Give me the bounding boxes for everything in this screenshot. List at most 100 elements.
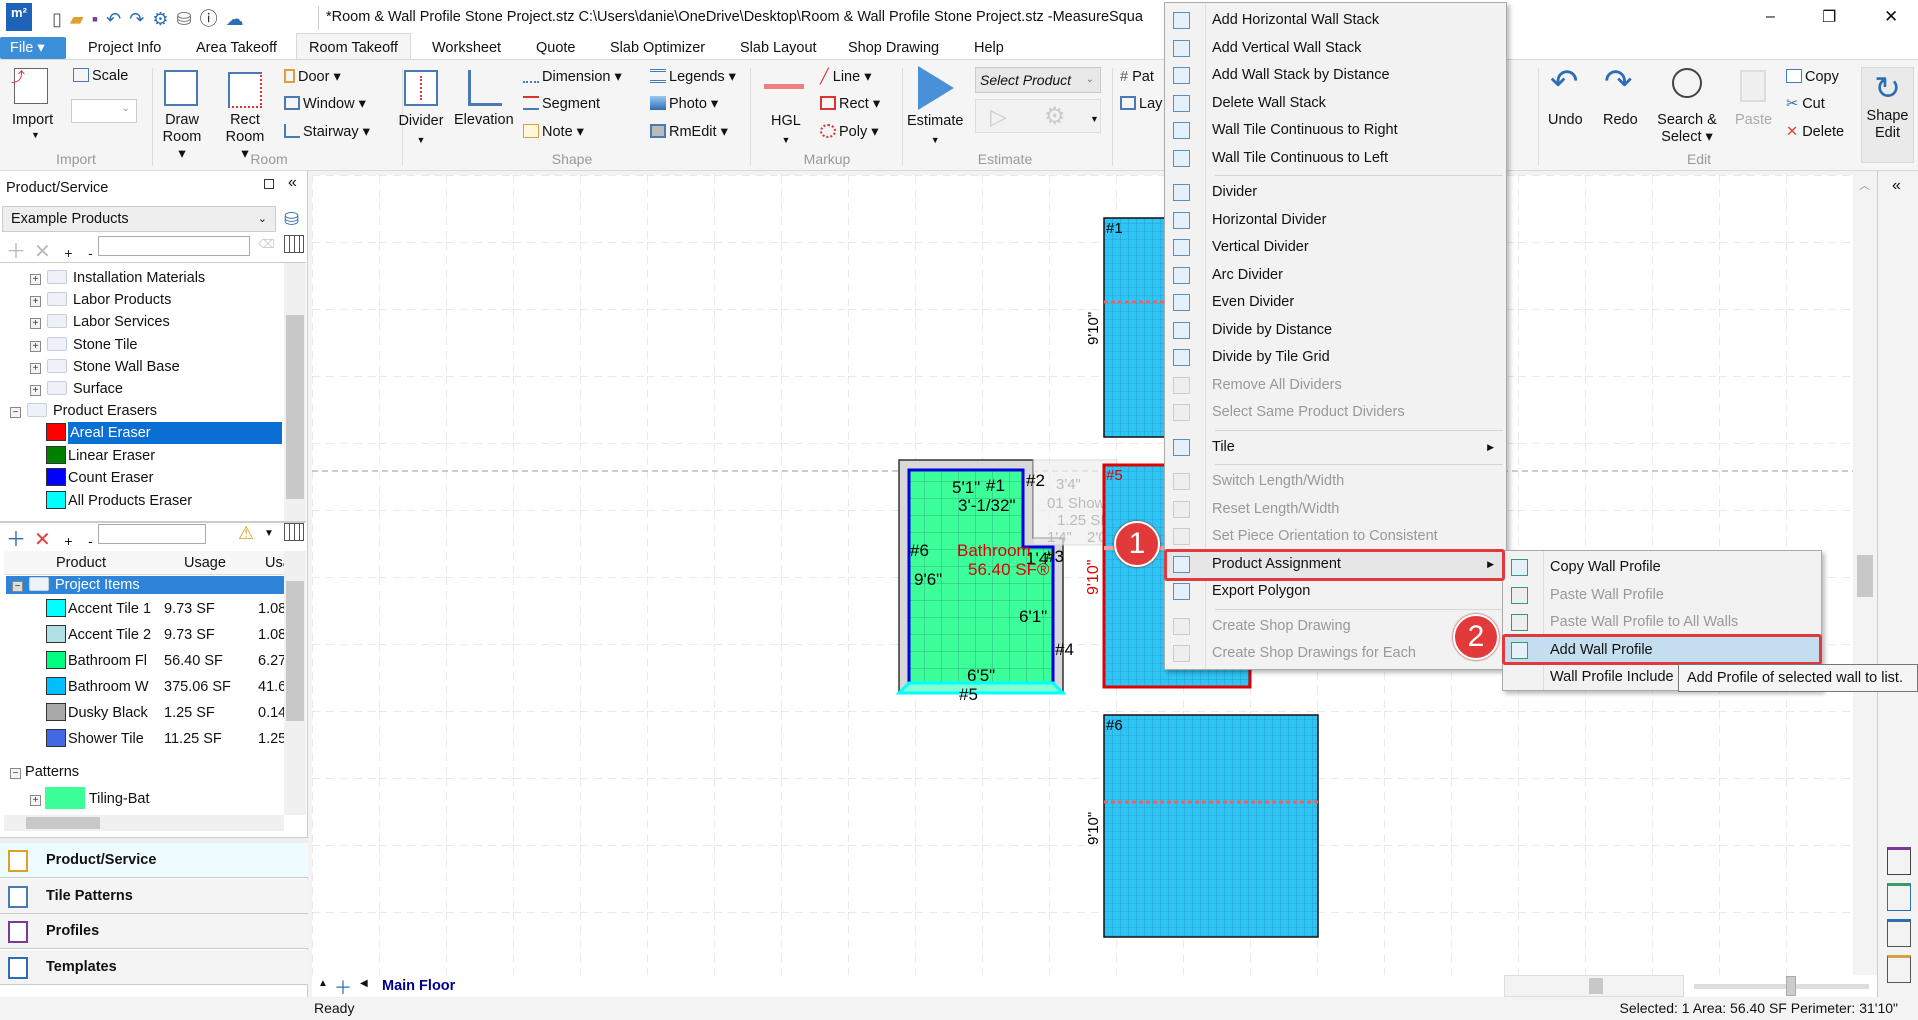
estimate-options-arrow[interactable]: ▼: [1090, 114, 1099, 124]
tab-project-info[interactable]: Project Info: [84, 37, 165, 59]
estimate-button[interactable]: Estimate ▼: [907, 112, 963, 149]
tree-item-stone-tile[interactable]: + Stone Tile: [30, 334, 138, 356]
grid-group-row[interactable]: − Project Items: [6, 576, 284, 594]
menu-item-add-horizontal-wall-stack[interactable]: Add Horizontal Wall Stack: [1165, 7, 1506, 34]
tree-item-areal-eraser[interactable]: Areal Eraser: [46, 422, 282, 444]
tab-worksheet[interactable]: Worksheet: [428, 37, 505, 59]
menu-item-add-wall-stack-by-distance[interactable]: Add Wall Stack by Distance: [1165, 62, 1506, 89]
redo-button[interactable]: Redo: [1603, 112, 1638, 128]
nav-product-service[interactable]: Product/Service: [0, 843, 308, 878]
clear-search-icon[interactable]: ⌫: [258, 237, 275, 251]
copy-button[interactable]: Copy: [1786, 69, 1839, 85]
scale-combo[interactable]: ⌄: [71, 99, 137, 123]
tab-file[interactable]: File ▾: [0, 37, 66, 59]
gear-icon[interactable]: ⚙: [1044, 102, 1066, 131]
tree-item-labor-products[interactable]: + Labor Products: [30, 289, 171, 311]
menu-item-remove-all-dividers[interactable]: Remove All Dividers: [1165, 372, 1506, 399]
side-tool-3-icon[interactable]: [1887, 919, 1911, 947]
menu-item-add-vertical-wall-stack[interactable]: Add Vertical Wall Stack: [1165, 35, 1506, 62]
grid-row[interactable]: Accent Tile 1 9.73 SF 1.08: [46, 598, 284, 620]
menu-item-select-same-product-dividers[interactable]: Select Same Product Dividers: [1165, 399, 1506, 426]
stairway-button[interactable]: Stairway ▾: [284, 124, 370, 140]
grid-row[interactable]: Accent Tile 2 9.73 SF 1.08: [46, 624, 284, 646]
paste-button[interactable]: Paste: [1735, 112, 1772, 128]
zoom-slider[interactable]: [1694, 976, 1869, 996]
wall-6[interactable]: #6 9'10": [1085, 714, 1319, 938]
scale-button[interactable]: Scale: [73, 68, 128, 84]
tab-quote[interactable]: Quote: [532, 37, 580, 59]
canvas-vscrollbar[interactable]: ︿: [1853, 175, 1877, 975]
hgl-button[interactable]: HGL ▼: [771, 112, 801, 149]
database-icon[interactable]: ⛁: [176, 9, 199, 29]
photo-button[interactable]: Photo ▾: [650, 96, 718, 112]
segment-button[interactable]: Segment: [523, 96, 600, 112]
tab-scroll-left-icon[interactable]: ◀: [360, 978, 368, 989]
expand-all-button[interactable]: +: [64, 245, 72, 261]
patterns-node[interactable]: − Patterns: [10, 761, 79, 783]
expand-icon[interactable]: +: [30, 385, 41, 396]
expand-right-panel-icon[interactable]: «: [1892, 177, 1901, 195]
catalog-dropdown[interactable]: Example Products ⌄: [2, 206, 276, 232]
items-search-input[interactable]: [98, 524, 206, 544]
door-button[interactable]: Door ▾: [284, 69, 341, 85]
expand-icon[interactable]: +: [30, 318, 41, 330]
note-button[interactable]: Note ▾: [523, 124, 584, 140]
tab-slab-layout[interactable]: Slab Layout: [736, 37, 821, 59]
side-tool-2-icon[interactable]: [1887, 883, 1911, 911]
expand-icon[interactable]: +: [30, 340, 41, 352]
expand-icon[interactable]: +: [30, 362, 41, 374]
warning-dropdown-arrow[interactable]: ▼: [264, 528, 274, 539]
menu-item-divide-by-tile-grid[interactable]: Divide by Tile Grid: [1165, 344, 1506, 371]
items-grid-view-icon[interactable]: [284, 523, 304, 541]
add-icon[interactable]: ＋: [6, 241, 26, 263]
new-file-icon[interactable]: ▯: [52, 9, 70, 29]
save-icon[interactable]: ▪: [92, 9, 106, 29]
dimension-button[interactable]: Dimension ▾: [523, 69, 622, 85]
layout-button[interactable]: Lay: [1120, 96, 1162, 112]
expand-icon[interactable]: +: [30, 274, 41, 285]
collapse-panel-icon[interactable]: «: [288, 174, 297, 192]
tree-item-installation-materials[interactable]: + Installation Materials: [30, 267, 205, 289]
tab-main-floor[interactable]: Main Floor: [382, 978, 455, 994]
tree-item-linear-eraser[interactable]: Linear Eraser: [46, 445, 155, 467]
pattern-item[interactable]: + Tiling-Bat: [30, 787, 150, 809]
add-item-icon[interactable]: ＋: [6, 529, 26, 551]
cloud-icon[interactable]: ☁: [226, 9, 252, 29]
tab-help[interactable]: Help: [970, 37, 1008, 59]
submenu-item-copy-wall-profile[interactable]: Copy Wall Profile: [1503, 554, 1821, 581]
tree-scrollbar[interactable]: [284, 263, 306, 521]
play-icon[interactable]: ▷: [990, 104, 1007, 130]
tab-scroll-up-icon[interactable]: ▲: [318, 978, 328, 989]
tree-item-surface[interactable]: + Surface: [30, 378, 123, 400]
submenu-item-paste-wall-profile-to-all-walls[interactable]: Paste Wall Profile to All Walls: [1503, 609, 1821, 636]
window-button[interactable]: Window ▾: [284, 96, 366, 112]
nav-profiles[interactable]: Profiles: [0, 914, 308, 949]
restore-button[interactable]: ❐: [1822, 7, 1836, 27]
search-select-button[interactable]: Search & Select ▾: [1656, 112, 1718, 146]
col-product[interactable]: Product: [56, 551, 106, 575]
maximize-panel-icon[interactable]: [264, 179, 274, 189]
shape-edit-button[interactable]: ↻ Shape Edit: [1861, 67, 1914, 163]
menu-item-arc-divider[interactable]: Arc Divider: [1165, 262, 1506, 289]
expand-items-button[interactable]: +: [64, 533, 72, 549]
collapse-items-button[interactable]: -: [88, 533, 93, 549]
cut-button[interactable]: ✂ Cut: [1786, 96, 1825, 112]
collapse-all-button[interactable]: -: [88, 245, 93, 261]
gear-icon[interactable]: ⚙: [152, 9, 176, 29]
pattern-button[interactable]: # Pat: [1120, 69, 1154, 85]
menu-item-divide-by-distance[interactable]: Divide by Distance: [1165, 317, 1506, 344]
line-button[interactable]: ╱ Line ▾: [820, 69, 872, 85]
redo-icon[interactable]: ↷: [129, 9, 152, 29]
poly-button[interactable]: Poly ▾: [820, 124, 879, 140]
grid-row[interactable]: Shower Tile 11.25 SF 1.25: [46, 728, 284, 750]
delete-button[interactable]: ✕ Delete: [1786, 124, 1844, 140]
canvas-hscrollbar[interactable]: [1504, 975, 1684, 997]
grid-row[interactable]: Dusky Black 1.25 SF 0.14: [46, 702, 284, 724]
rect-button[interactable]: Rect ▾: [820, 96, 880, 112]
tree-item-product-erasers[interactable]: − Product Erasers: [10, 400, 157, 422]
minimize-button[interactable]: ‒: [1766, 8, 1775, 26]
menu-item-export-polygon[interactable]: Export Polygon: [1165, 578, 1506, 605]
select-product-combo[interactable]: Select Product ⌄: [975, 67, 1101, 93]
undo-icon[interactable]: ↶: [106, 9, 129, 29]
legends-button[interactable]: Legends ▾: [650, 69, 736, 85]
